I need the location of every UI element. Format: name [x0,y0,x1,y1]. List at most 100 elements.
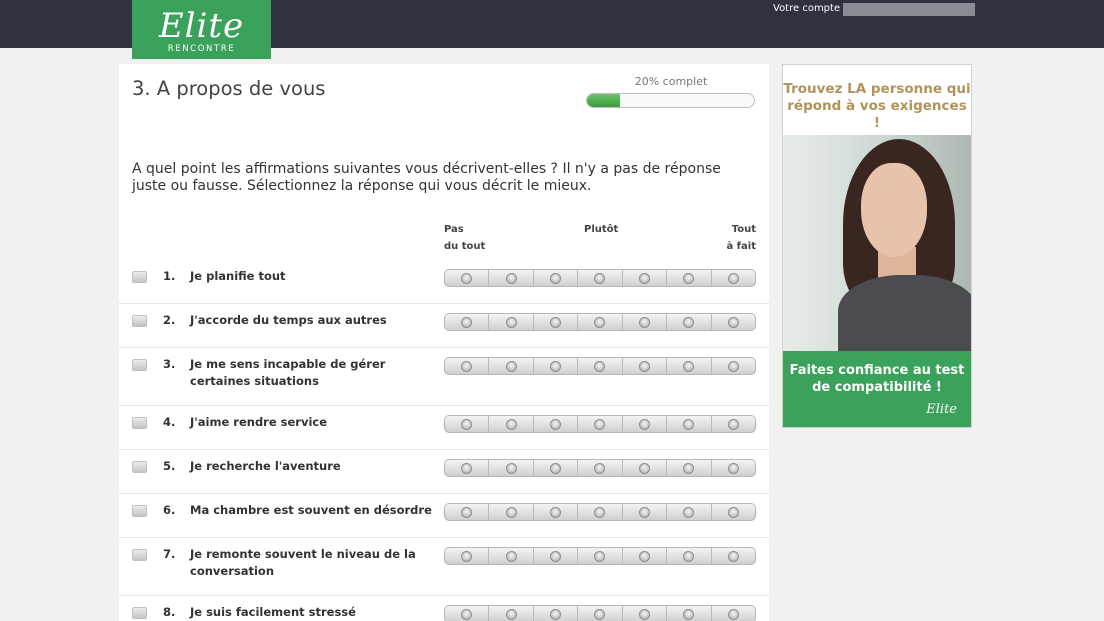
radio-button[interactable] [550,506,562,518]
answer-cell[interactable] [578,504,623,520]
radio-button[interactable] [727,550,739,562]
answer-cell[interactable] [578,358,623,374]
answer-cell[interactable] [445,314,490,330]
answer-cell[interactable] [667,460,712,476]
answer-cell[interactable] [623,460,668,476]
ad-cta-block[interactable]: Faites confiance au test de compatibilit… [783,351,971,427]
answer-cell[interactable] [445,548,490,564]
answer-cell[interactable] [623,416,668,432]
question-skip-checkbox[interactable] [132,315,147,327]
radio-button[interactable] [505,272,517,284]
question-skip-checkbox[interactable] [132,417,147,429]
answer-cell[interactable] [489,416,534,432]
answer-cell[interactable] [534,314,579,330]
answer-cell[interactable] [445,416,490,432]
radio-button[interactable] [683,462,695,474]
radio-button[interactable] [638,418,650,430]
radio-button[interactable] [461,550,473,562]
radio-button[interactable] [594,272,606,284]
radio-button[interactable] [727,316,739,328]
radio-button[interactable] [683,506,695,518]
answer-cell[interactable] [623,548,668,564]
radio-button[interactable] [683,272,695,284]
answer-cell[interactable] [667,314,712,330]
answer-cell[interactable] [534,504,579,520]
answer-cell[interactable] [712,314,755,330]
answer-cell[interactable] [445,460,490,476]
radio-button[interactable] [594,506,606,518]
radio-button[interactable] [461,418,473,430]
radio-button[interactable] [461,608,473,620]
answer-cell[interactable] [578,314,623,330]
radio-button[interactable] [594,316,606,328]
answer-cell[interactable] [489,270,534,286]
radio-button[interactable] [505,316,517,328]
radio-button[interactable] [594,360,606,372]
answer-cell[interactable] [667,358,712,374]
radio-button[interactable] [461,272,473,284]
answer-cell[interactable] [578,416,623,432]
radio-button[interactable] [638,506,650,518]
answer-cell[interactable] [712,606,755,621]
account-name-redacted[interactable] [843,3,975,16]
question-skip-checkbox[interactable] [132,505,147,517]
radio-button[interactable] [594,550,606,562]
radio-button[interactable] [505,550,517,562]
radio-button[interactable] [461,506,473,518]
radio-button[interactable] [638,316,650,328]
answer-cell[interactable] [712,358,755,374]
account-label[interactable]: Votre compte [773,3,840,14]
radio-button[interactable] [550,550,562,562]
radio-button[interactable] [594,418,606,430]
radio-button[interactable] [727,272,739,284]
radio-button[interactable] [594,462,606,474]
answer-cell[interactable] [712,460,755,476]
answer-cell[interactable] [667,548,712,564]
answer-cell[interactable] [489,548,534,564]
answer-cell[interactable] [712,548,755,564]
radio-button[interactable] [727,608,739,620]
radio-button[interactable] [461,316,473,328]
radio-button[interactable] [505,506,517,518]
answer-cell[interactable] [489,314,534,330]
radio-button[interactable] [638,360,650,372]
radio-button[interactable] [638,462,650,474]
answer-cell[interactable] [445,504,490,520]
question-skip-checkbox[interactable] [132,549,147,561]
question-skip-checkbox[interactable] [132,359,147,371]
answer-cell[interactable] [534,358,579,374]
radio-button[interactable] [550,608,562,620]
radio-button[interactable] [727,418,739,430]
answer-cell[interactable] [623,358,668,374]
answer-cell[interactable] [445,606,490,621]
answer-cell[interactable] [489,358,534,374]
advertisement-banner[interactable]: Trouvez LA personne qui répond à vos exi… [782,64,972,428]
question-skip-checkbox[interactable] [132,607,147,619]
question-skip-checkbox[interactable] [132,461,147,473]
radio-button[interactable] [683,418,695,430]
answer-cell[interactable] [712,504,755,520]
radio-button[interactable] [505,418,517,430]
answer-cell[interactable] [534,606,579,621]
answer-cell[interactable] [489,606,534,621]
radio-button[interactable] [594,608,606,620]
radio-button[interactable] [550,360,562,372]
answer-cell[interactable] [578,460,623,476]
radio-button[interactable] [683,360,695,372]
answer-cell[interactable] [534,548,579,564]
radio-button[interactable] [461,360,473,372]
answer-cell[interactable] [578,548,623,564]
radio-button[interactable] [638,272,650,284]
answer-cell[interactable] [489,504,534,520]
answer-cell[interactable] [623,314,668,330]
radio-button[interactable] [505,608,517,620]
answer-cell[interactable] [445,270,490,286]
answer-cell[interactable] [667,606,712,621]
answer-cell[interactable] [623,504,668,520]
radio-button[interactable] [505,462,517,474]
answer-cell[interactable] [712,270,755,286]
answer-cell[interactable] [667,270,712,286]
radio-button[interactable] [683,316,695,328]
radio-button[interactable] [550,272,562,284]
answer-cell[interactable] [578,270,623,286]
